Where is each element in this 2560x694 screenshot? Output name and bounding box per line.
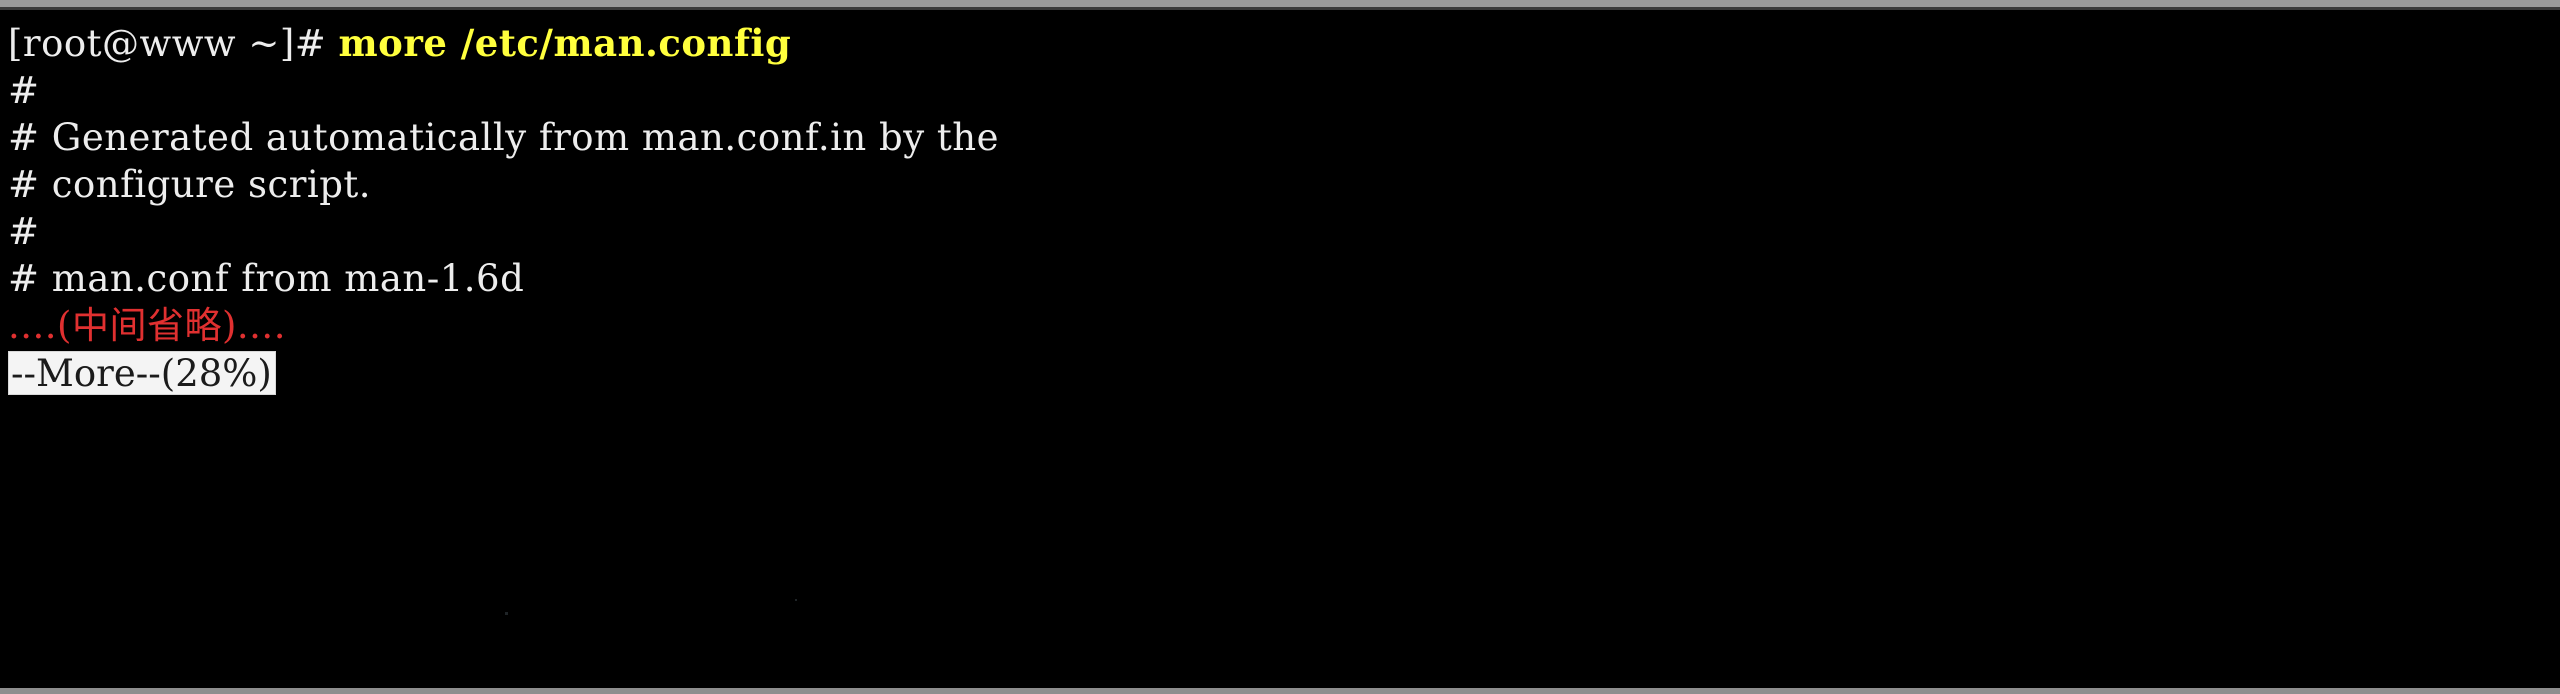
command-text: more /etc/man.config [338, 21, 792, 65]
output-line-text: # [8, 69, 40, 112]
output-line-text: # Generated automatically from man.conf.… [8, 116, 999, 159]
output-line: # configure script. [8, 161, 2560, 208]
terminal-window: [root@www ~]# more /etc/man.config # # G… [0, 0, 2560, 694]
omission-annotation-text: ....(中间省略).... [8, 304, 286, 347]
output-line-text: # man.conf from man-1.6d [8, 257, 525, 300]
more-status-badge[interactable]: --More--(28%) [8, 350, 276, 395]
output-line-text: # configure script. [8, 163, 372, 206]
screen-artifact [795, 599, 797, 601]
output-line: # man.conf from man-1.6d [8, 255, 2560, 302]
terminal-screen[interactable]: [root@www ~]# more /etc/man.config # # G… [0, 10, 2560, 688]
omission-annotation-line: ....(中间省略).... [8, 302, 2560, 349]
output-line-text: # [8, 210, 40, 253]
output-line: # [8, 67, 2560, 114]
prompt-line: [root@www ~]# more /etc/man.config [8, 20, 2560, 67]
output-line: # Generated automatically from man.conf.… [8, 114, 2560, 161]
output-line: # [8, 208, 2560, 255]
more-status-line: --More--(28%) [8, 349, 2560, 396]
screen-artifact [505, 612, 508, 615]
shell-prompt: [root@www ~]# [8, 22, 339, 65]
